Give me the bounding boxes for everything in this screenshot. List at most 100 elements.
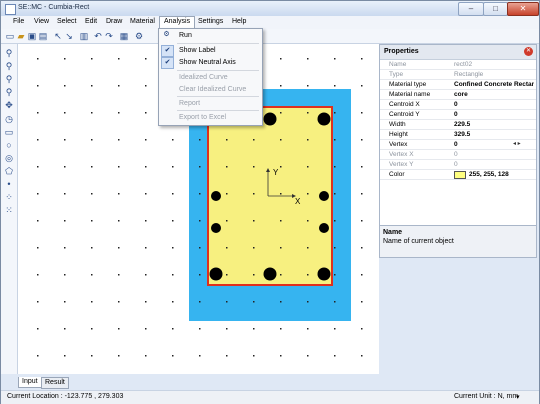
menu-separator (177, 70, 259, 71)
circle-icon[interactable]: ○ (4, 140, 14, 150)
grid-dot (307, 112, 309, 114)
rebar[interactable] (209, 267, 223, 281)
grid-dot (118, 112, 120, 114)
property-value[interactable]: 0 (454, 141, 509, 148)
property-row[interactable]: Name rect02 (380, 60, 536, 70)
property-row[interactable]: Vertex ◂ ▸ 0 (380, 140, 536, 150)
print-icon[interactable]: ▤ (38, 31, 48, 41)
menu-item-show-neutral-axis[interactable]: Show Neutral Axis (179, 59, 236, 66)
rebar[interactable] (263, 267, 277, 281)
rebar[interactable] (263, 112, 277, 126)
menu-item-export-excel[interactable]: Export to Excel (179, 114, 226, 121)
rebar[interactable] (317, 112, 331, 126)
redo-icon[interactable]: ↷ (104, 31, 114, 41)
grid-dot (226, 355, 228, 357)
rotate-icon[interactable]: ◷ (4, 114, 14, 124)
zoom-in-icon[interactable]: ⚲ (4, 48, 14, 58)
grid-dot (145, 301, 147, 303)
grid-dot (64, 274, 66, 276)
unit-dropdown-icon[interactable]: ▾ (516, 393, 520, 401)
property-value[interactable]: 255, 255, 128 (469, 171, 540, 178)
property-value[interactable]: 329.5 (454, 131, 534, 138)
grid-dot (361, 274, 363, 276)
property-row[interactable]: Type Rectangle (380, 70, 536, 80)
vertex-spinner-icon[interactable]: ◂ ▸ (513, 140, 521, 147)
menu-item-report[interactable]: Report (179, 100, 200, 107)
close-button[interactable]: ✕ (507, 2, 539, 16)
property-row[interactable]: Centroid Y 0 (380, 110, 536, 120)
menu-material[interactable]: Material (130, 18, 155, 25)
grid-dot (172, 220, 174, 222)
rebar[interactable] (317, 267, 331, 281)
pan-icon[interactable]: ✥ (4, 100, 14, 110)
rebar[interactable] (319, 191, 329, 201)
grid-dot (361, 220, 363, 222)
menu-file[interactable]: File (13, 18, 24, 25)
delete-icon[interactable]: ▥ (79, 31, 89, 41)
circular-pattern-icon[interactable]: ⁘ (4, 192, 14, 202)
grid-dot (37, 193, 39, 195)
grid-dot (91, 355, 93, 357)
menu-help[interactable]: Help (232, 18, 246, 25)
tab-input[interactable]: Input (18, 377, 42, 388)
property-row[interactable]: Vertex Y 0 (380, 160, 536, 170)
select-icon[interactable]: ↖ (53, 31, 63, 41)
property-row[interactable]: Height 329.5 (380, 130, 536, 140)
property-value[interactable]: 0 (454, 111, 534, 118)
grid-dot (91, 247, 93, 249)
grid-dot (307, 85, 309, 87)
property-row[interactable]: Centroid X 0 (380, 100, 536, 110)
zoom-out-icon[interactable]: ⚲ (4, 61, 14, 71)
rebar[interactable] (211, 191, 221, 201)
menu-view[interactable]: View (34, 18, 49, 25)
polygon-icon[interactable]: ⬠ (4, 166, 14, 176)
close-icon[interactable]: ✕ (524, 47, 533, 56)
open-icon[interactable]: ▰ (16, 31, 26, 41)
grid-dot (172, 139, 174, 141)
select-node-icon[interactable]: ↘ (64, 31, 74, 41)
maximize-button[interactable]: □ (483, 2, 508, 16)
rectangle-icon[interactable]: ▭ (4, 127, 14, 137)
color-swatch[interactable] (454, 171, 466, 179)
grid-dot (280, 112, 282, 114)
menu-item-show-label[interactable]: Show Label (179, 47, 216, 54)
menu-item-run[interactable]: Run (179, 32, 192, 39)
property-value[interactable]: 0 (454, 101, 534, 108)
grid-dot (307, 58, 309, 60)
property-row[interactable]: Material name core (380, 90, 536, 100)
property-value[interactable]: 229.5 (454, 121, 534, 128)
rebar[interactable] (319, 223, 329, 233)
grid-dot (307, 193, 309, 195)
menu-edit[interactable]: Edit (85, 18, 97, 25)
zoom-window-icon[interactable]: ⚲ (4, 74, 14, 84)
menu-draw[interactable]: Draw (106, 18, 122, 25)
rebar[interactable] (211, 223, 221, 233)
menu-item-idealized-curve[interactable]: Idealized Curve (179, 74, 228, 81)
property-value[interactable]: Confined Concrete Rectan (454, 81, 534, 88)
drawing-toolbar: ⚲ ⚲ ⚲ ⚲ ✥ ◷ ▭ ○ ◎ ⬠ • ⁘ ⁙ (1, 44, 18, 374)
property-row[interactable]: Width 229.5 (380, 120, 536, 130)
menu-item-clear-idealized-curve[interactable]: Clear Idealized Curve (179, 86, 246, 93)
zoom-fit-icon[interactable]: ⚲ (4, 87, 14, 97)
undo-icon[interactable]: ↶ (93, 31, 103, 41)
grid-dot (91, 220, 93, 222)
menu-settings[interactable]: Settings (198, 18, 223, 25)
grid-dot (226, 328, 228, 330)
grid-dot (91, 301, 93, 303)
save-icon[interactable]: ▣ (27, 31, 37, 41)
calculator-icon[interactable]: ▦ (119, 31, 129, 41)
property-value[interactable]: core (454, 91, 534, 98)
property-row[interactable]: Material type Confined Concrete Rectan (380, 80, 536, 90)
ring-icon[interactable]: ◎ (4, 153, 14, 163)
new-icon[interactable]: ▭ (5, 31, 15, 41)
analysis-icon[interactable]: ⚙ (134, 31, 144, 41)
minimize-button[interactable]: – (458, 2, 484, 16)
menu-select[interactable]: Select (57, 18, 76, 25)
point-icon[interactable]: • (4, 179, 14, 189)
rect-pattern-icon[interactable]: ⁙ (4, 205, 14, 215)
property-row[interactable]: Color 255, 255, 128 (380, 170, 536, 180)
property-row[interactable]: Vertex X 0 (380, 150, 536, 160)
grid-dot (334, 301, 336, 303)
y-axis-label: Y (273, 168, 279, 177)
tab-result[interactable]: Result (41, 377, 69, 389)
